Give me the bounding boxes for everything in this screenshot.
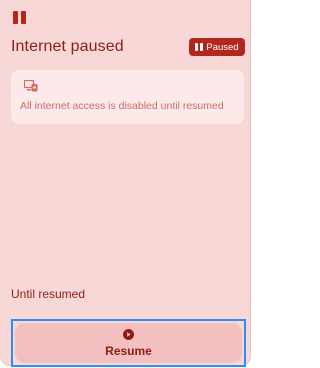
- info-panel: All internet access is disabled until re…: [11, 70, 244, 124]
- play-icon: [123, 328, 134, 340]
- pause-icon: [195, 43, 204, 51]
- status-title: Internet paused: [11, 38, 124, 55]
- device-blocked-icon: [24, 80, 38, 92]
- resume-button[interactable]: Resume: [15, 323, 242, 363]
- status-badge-label: Paused: [206, 41, 239, 53]
- pause-icon: [13, 11, 27, 25]
- internet-paused-card: Internet paused Paused All internet acce…: [0, 0, 251, 367]
- status-badge: Paused: [189, 38, 245, 56]
- resume-focus-ring: Resume: [11, 319, 246, 367]
- duration-label: Until resumed: [11, 287, 86, 301]
- info-message: All internet access is disabled until re…: [20, 100, 224, 112]
- resume-label: Resume: [105, 343, 152, 358]
